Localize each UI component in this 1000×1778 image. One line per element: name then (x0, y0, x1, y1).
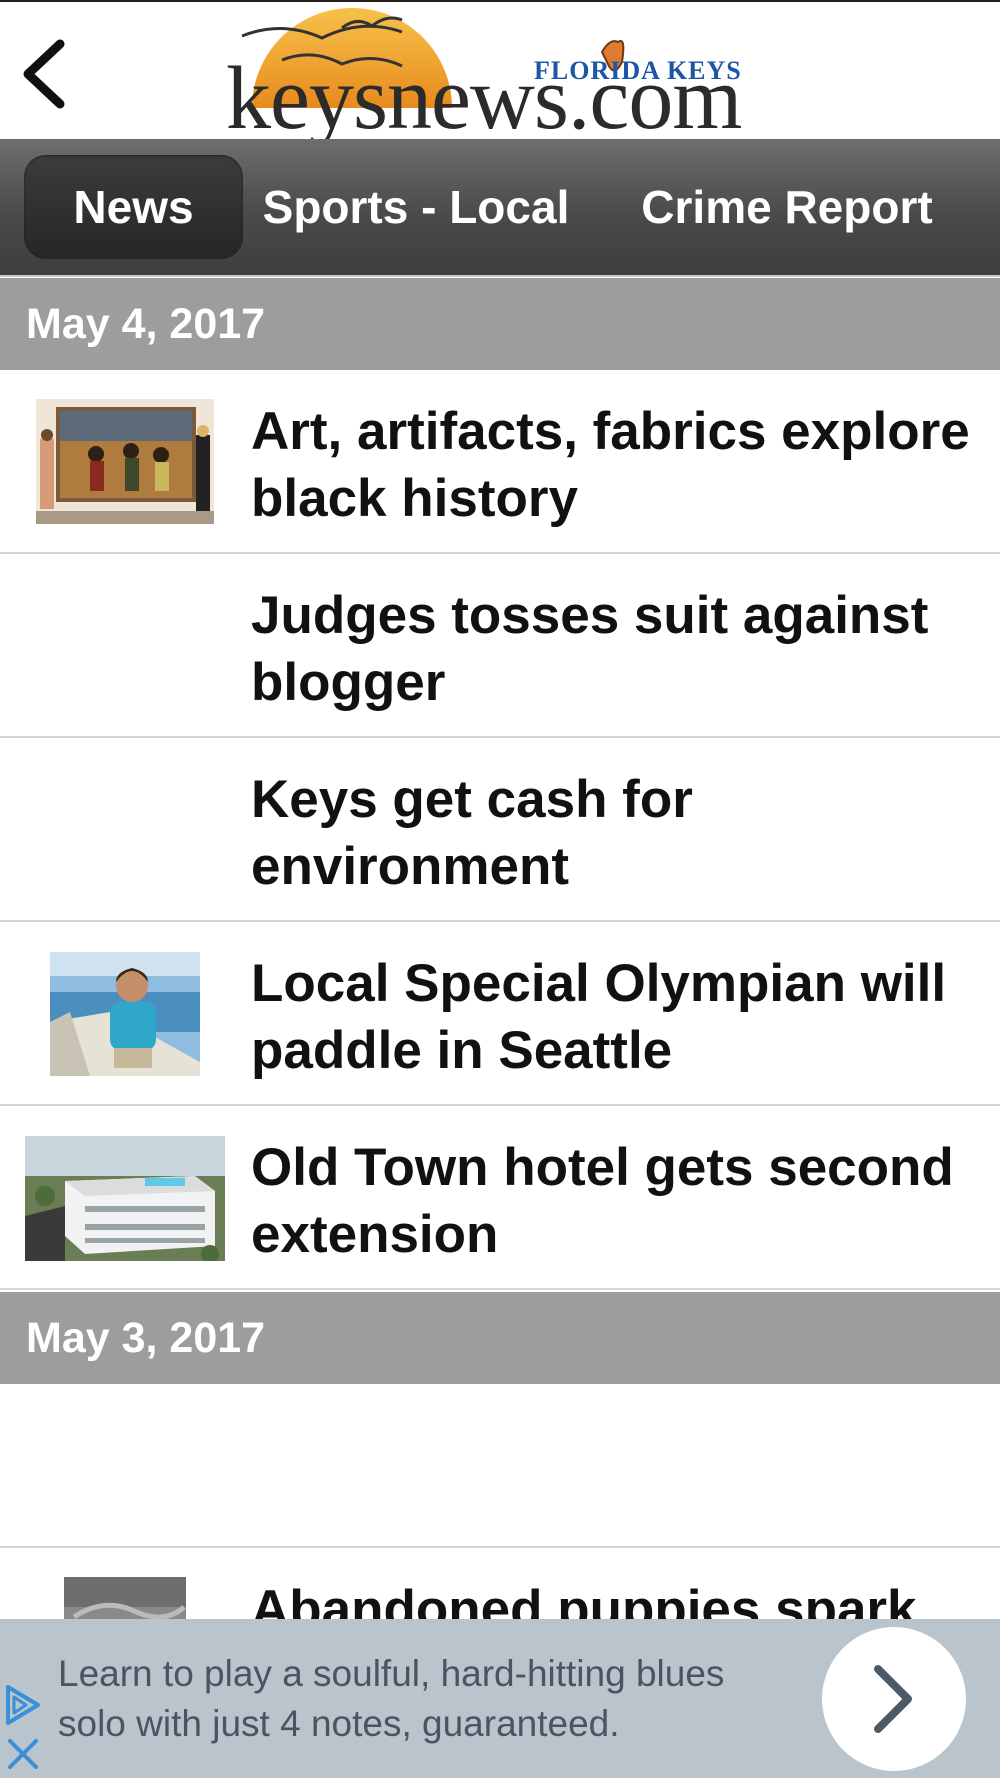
article-thumbnail (50, 952, 200, 1076)
article-row[interactable]: Keys get cash for environment (0, 738, 1000, 922)
article-row[interactable]: Old Town hotel gets second extension (0, 1106, 1000, 1290)
tab-news[interactable]: News (24, 155, 243, 259)
date-header: May 3, 2017 (0, 1292, 1000, 1384)
article-thumbnail (36, 399, 214, 524)
article-title: Keys get cash for environment (251, 770, 693, 896)
article-title: Judges tosses suit against blogger (251, 586, 929, 712)
ad-choices-button[interactable] (2, 1683, 44, 1727)
ad-text: Learn to play a soulful, hard-hitting bl… (58, 1653, 725, 1744)
article-title: Old Town hotel gets second extension (251, 1138, 954, 1264)
logo-tagline: FLORIDA KEYS (534, 56, 742, 85)
tab-sports-local[interactable]: Sports - Local (254, 155, 578, 259)
date-header: May 4, 2017 (0, 278, 1000, 370)
article-row[interactable]: Art, artifacts, fabrics explore black hi… (0, 370, 1000, 554)
close-icon (8, 1739, 38, 1769)
site-logo: keysnews.com FLORIDA KEYS (222, 8, 782, 144)
back-button[interactable] (18, 34, 78, 114)
adchoices-icon (6, 1685, 40, 1725)
section-tabs: News Sports - Local Crime Report (0, 139, 1000, 277)
ad-next-button[interactable] (822, 1627, 966, 1771)
chevron-right-icon (874, 1665, 912, 1733)
tab-crime-report[interactable]: Crime Report (624, 155, 950, 259)
article-row[interactable]: Local Special Olympian will paddle in Se… (0, 922, 1000, 1106)
article-title: Local Special Olympian will paddle in Se… (251, 954, 947, 1080)
ad-banner[interactable]: Learn to play a soulful, hard-hitting bl… (0, 1619, 1000, 1778)
chevron-left-icon (23, 39, 65, 109)
article-row[interactable] (0, 1384, 1000, 1548)
app-header: keysnews.com FLORIDA KEYS (0, 0, 1000, 144)
ad-close-button[interactable] (2, 1733, 44, 1775)
article-thumbnail (25, 1136, 225, 1261)
article-title: Art, artifacts, fabrics explore black hi… (251, 402, 970, 528)
article-row[interactable]: Judges tosses suit against blogger (0, 554, 1000, 738)
